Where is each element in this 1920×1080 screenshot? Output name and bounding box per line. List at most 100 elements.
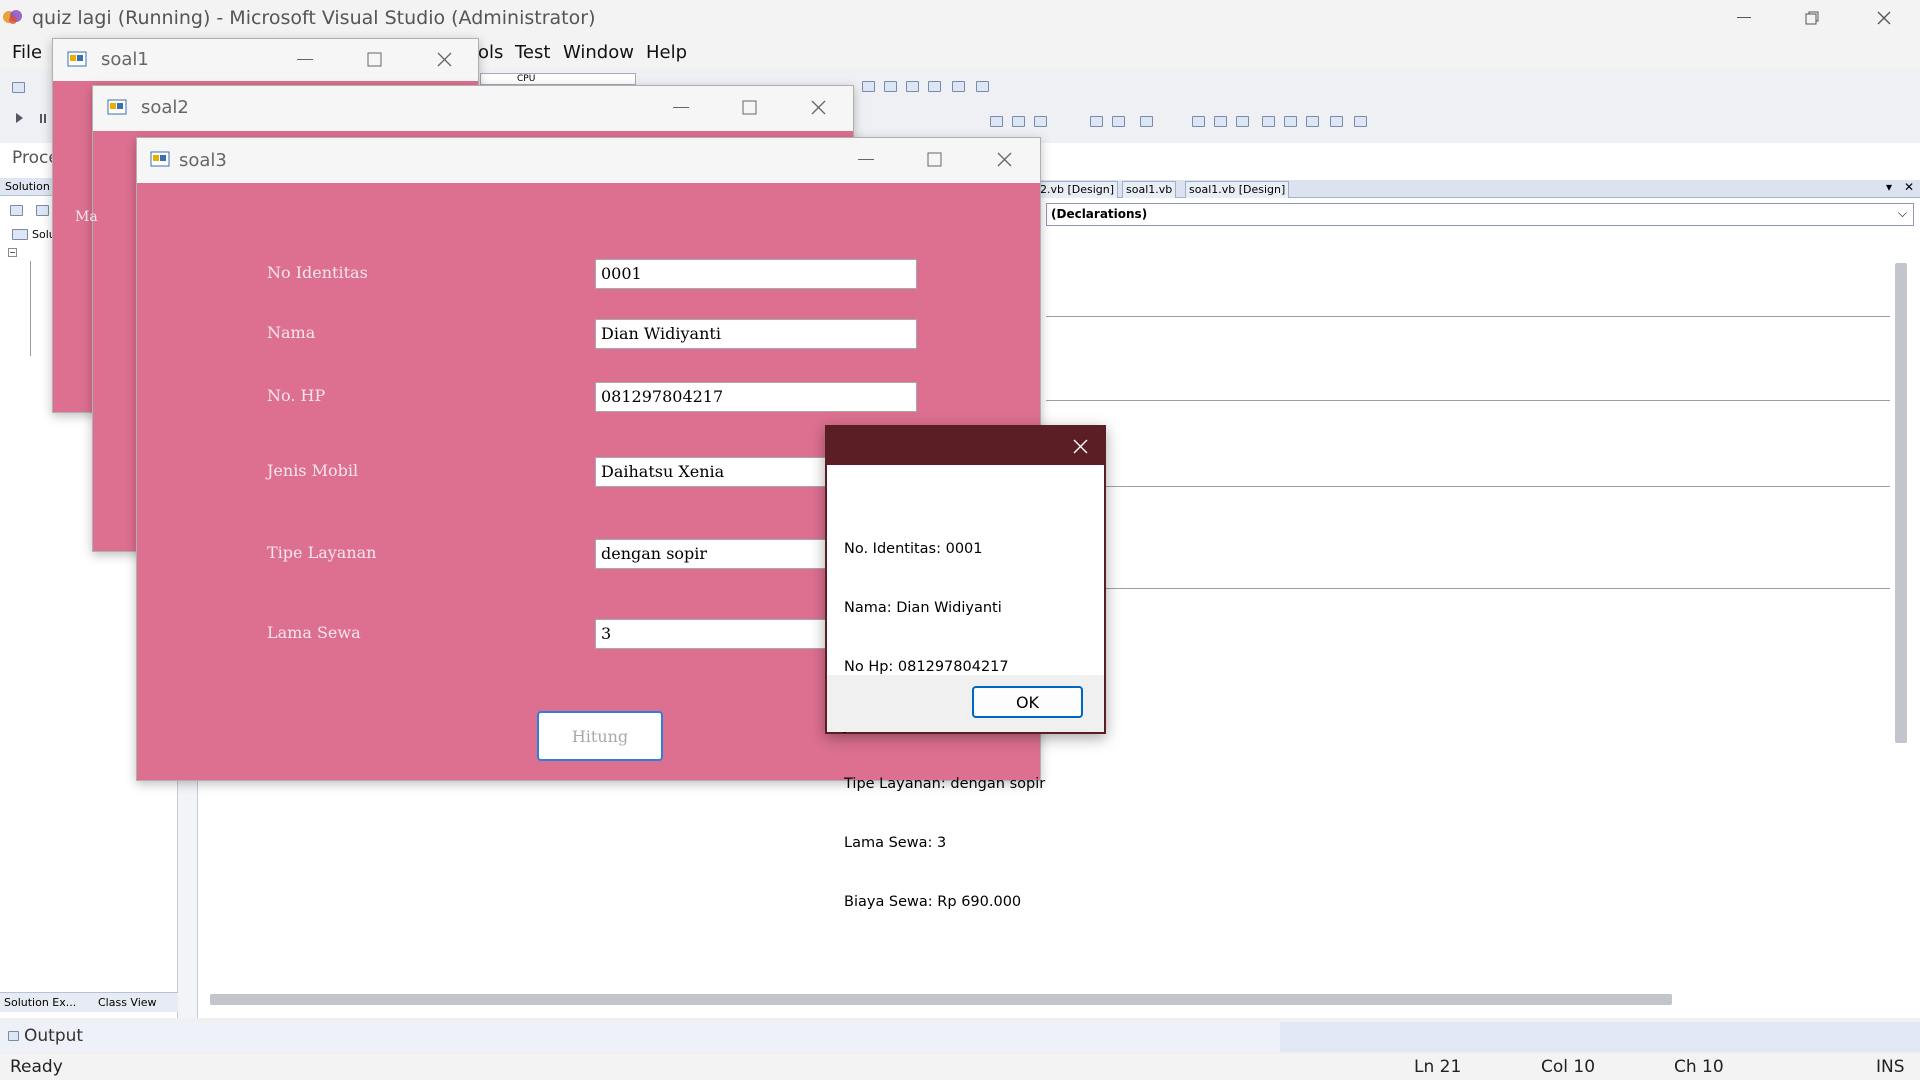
solution-label: Solution	[5, 180, 50, 193]
maximize-icon[interactable]	[927, 152, 942, 167]
tab-solution-explorer[interactable]: Solution Ex...	[4, 996, 76, 1009]
properties-icon[interactable]	[10, 205, 23, 216]
soal3-title: soal3	[179, 150, 227, 171]
align-icon-5[interactable]	[1112, 116, 1125, 127]
form-app-icon	[67, 51, 87, 67]
status-bar: Ready Ln 21 Col 10 Ch 10 INS	[0, 1054, 1920, 1080]
soal2-title: soal2	[141, 97, 189, 118]
align-icon-8[interactable]	[1214, 116, 1227, 127]
align-icon-12[interactable]	[1306, 116, 1319, 127]
code-separator	[1046, 400, 1890, 401]
editor-horizontal-scrollbar[interactable]	[210, 994, 1672, 1005]
new-project-icon[interactable]	[12, 82, 25, 93]
close-button[interactable]	[1850, 0, 1918, 35]
declarations-label: (Declarations)	[1051, 207, 1148, 221]
message-line: No. Identitas: 0001	[844, 541, 983, 558]
menu-tools[interactable]: ols	[478, 42, 503, 63]
output-icon	[8, 1031, 19, 1041]
align-icon-13[interactable]	[1330, 116, 1343, 127]
align-icon-6[interactable]	[1140, 116, 1153, 127]
tab-soal1-code[interactable]: soal1.vb	[1122, 181, 1177, 198]
soal2-label-fragment: Ma	[75, 209, 98, 225]
align-icon-14[interactable]	[1354, 116, 1367, 127]
tab-close-icon[interactable]: ✕	[1904, 180, 1914, 194]
minimize-button[interactable]	[1710, 0, 1778, 35]
hitung-button[interactable]: Hitung	[537, 711, 663, 761]
message-box: No. Identitas: 0001 Nama: Dian Widiyanti…	[825, 425, 1106, 910]
minimize-icon[interactable]	[673, 107, 689, 109]
status-char: Ch 10	[1674, 1057, 1724, 1077]
output-bar-highlight	[1280, 1022, 1920, 1052]
declarations-dropdown[interactable]: (Declarations) ⌵	[1046, 203, 1914, 226]
solution-icon	[12, 229, 28, 240]
align-icon-1[interactable]	[990, 116, 1003, 127]
show-all-files-icon[interactable]	[36, 205, 49, 216]
tab-dropdown-icon[interactable]: ▾	[1886, 180, 1892, 194]
tree-collapse-icon[interactable]: −	[8, 248, 17, 257]
vs-logo-icon	[3, 10, 22, 24]
close-icon[interactable]	[1073, 439, 1088, 454]
editor-vertical-scrollbar[interactable]	[1895, 263, 1907, 743]
input-nama[interactable]: Dian Widiyanti	[595, 319, 917, 349]
message-box-title-bar	[827, 427, 1104, 465]
message-line: Nama: Dian Widiyanti	[844, 599, 1002, 616]
message-line: Biaya Sewa: Rp 690.000	[844, 893, 1022, 910]
align-icon-10[interactable]	[1262, 116, 1275, 127]
close-icon[interactable]	[811, 100, 826, 115]
form-app-icon	[107, 99, 127, 115]
status-insert-mode: INS	[1876, 1057, 1905, 1077]
maximize-icon[interactable]	[742, 100, 757, 115]
toolbar-icon-4[interactable]	[928, 81, 941, 92]
pause-icon[interactable]	[40, 114, 46, 123]
tab-class-view[interactable]: Class View	[98, 996, 157, 1009]
align-icon-4[interactable]	[1090, 116, 1103, 127]
label-tipe-layanan: Tipe Layanan	[267, 543, 377, 562]
align-icon-2[interactable]	[1012, 116, 1025, 127]
align-icon-11[interactable]	[1284, 116, 1297, 127]
toolbar-icon-5[interactable]	[952, 81, 965, 92]
label-no-identitas: No Identitas	[267, 263, 368, 282]
soal1-title-bar[interactable]: soal1	[53, 39, 478, 81]
ok-button[interactable]: OK	[972, 686, 1083, 718]
soal3-title-bar[interactable]: soal3	[137, 138, 1040, 183]
toolbar-icon-3[interactable]	[906, 81, 919, 92]
toolbar-icon-6[interactable]	[976, 81, 989, 92]
input-no-identitas[interactable]: 0001	[595, 259, 917, 289]
soal2-title-bar[interactable]: soal2	[93, 86, 853, 131]
close-icon	[1877, 11, 1891, 24]
status-ready: Ready	[10, 1057, 63, 1077]
output-tab[interactable]: Output	[24, 1026, 83, 1046]
code-separator	[1046, 316, 1890, 317]
code-separator	[1046, 486, 1890, 487]
restore-button[interactable]	[1778, 0, 1846, 35]
align-icon-7[interactable]	[1192, 116, 1205, 127]
panel-tabs: Solution Ex... Class View	[0, 992, 178, 1012]
minimize-icon[interactable]	[297, 59, 313, 61]
maximize-icon[interactable]	[367, 52, 382, 67]
align-icon-3[interactable]	[1034, 116, 1047, 127]
minimize-icon[interactable]	[858, 159, 874, 161]
label-nama: Nama	[267, 323, 316, 342]
menu-window[interactable]: Window	[563, 42, 634, 63]
vs-window-title: quiz lagi (Running) - Microsoft Visual S…	[32, 6, 596, 29]
message-line: Tipe Layanan: dengan sopir	[844, 776, 1046, 793]
align-icon-9[interactable]	[1236, 116, 1249, 127]
toolbar-icon-1[interactable]	[862, 81, 875, 92]
close-icon[interactable]	[437, 52, 452, 67]
label-lama-sewa: Lama Sewa	[267, 623, 361, 642]
vs-title-bar: quiz lagi (Running) - Microsoft Visual S…	[0, 0, 1920, 35]
menu-file[interactable]: File	[12, 42, 42, 63]
status-column: Col 10	[1541, 1057, 1596, 1077]
menu-help[interactable]: Help	[646, 42, 687, 63]
restore-icon	[1805, 11, 1819, 24]
label-jenis-mobil: Jenis Mobil	[267, 461, 359, 480]
tab-soal1-design[interactable]: soal1.vb [Design]	[1185, 181, 1290, 198]
menu-test[interactable]: Test	[515, 42, 550, 63]
platform-combo[interactable]: CPU	[480, 73, 636, 85]
tab-form2-design[interactable]: 2.vb [Design]	[1036, 181, 1119, 198]
input-no-hp[interactable]: 081297804217	[595, 382, 917, 412]
close-icon[interactable]	[997, 152, 1012, 167]
toolbar-icon-2[interactable]	[884, 81, 897, 92]
continue-icon[interactable]	[16, 113, 23, 123]
document-tabstrip: 2.vb [Design] soal1.vb soal1.vb [Design]…	[1030, 180, 1920, 198]
